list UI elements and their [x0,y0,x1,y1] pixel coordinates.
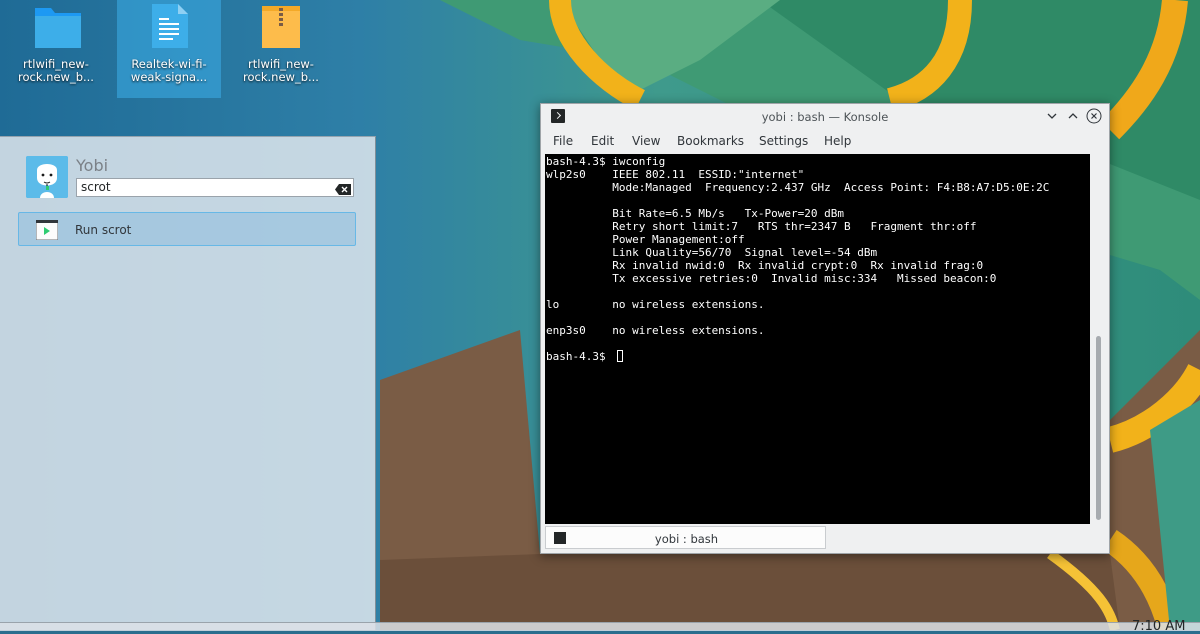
application-launcher: Yobi scrot Run scrot [0,136,376,630]
icon-label-line2: weak-signa... [130,70,208,84]
folder-icon [33,2,81,50]
close-icon [1086,108,1102,124]
clear-search-button[interactable] [334,181,352,195]
icon-label-line2: rock.new_b... [18,70,94,84]
menu-view[interactable]: View [632,134,660,148]
scrollbar-handle[interactable] [1096,336,1101,520]
search-result-run-command[interactable]: Run scrot [18,212,356,246]
konsole-window: yobi : bash — Konsole File Edit View Boo… [540,103,1110,554]
menu-file[interactable]: File [553,134,573,148]
maximize-button[interactable] [1065,108,1081,124]
search-input[interactable]: scrot [76,178,354,197]
window-titlebar[interactable]: yobi : bash — Konsole [541,104,1109,129]
desktop-icon-document[interactable]: Realtek-wi-fi- weak-signa... [117,0,221,98]
close-button[interactable] [1086,108,1102,124]
avatar[interactable] [26,156,68,198]
menu-edit[interactable]: Edit [591,134,614,148]
icon-label-line2: rock.new_b... [243,70,319,84]
search-result-label: Run scrot [75,223,132,237]
desktop-icon-archive[interactable]: rtlwifi_new- rock.new_b... [229,0,333,98]
desktop-icon-folder[interactable]: rtlwifi_new- rock.new_b... [4,0,108,98]
tab-bash[interactable]: yobi : bash [545,526,826,549]
archive-icon [258,2,304,50]
chevron-down-icon [1047,113,1057,119]
tab-bar: yobi : bash [545,526,1104,550]
user-name: Yobi [76,156,109,175]
tab-label: yobi : bash [654,532,719,546]
backspace-icon [335,184,351,195]
terminal-cursor [617,350,623,362]
chevron-up-icon [1068,113,1078,119]
window-title: yobi : bash — Konsole [761,110,889,124]
menu-bookmarks[interactable]: Bookmarks [677,134,744,148]
menu-help[interactable]: Help [824,134,851,148]
minimize-button[interactable] [1044,108,1060,124]
menu-bar: File Edit View Bookmarks Settings Help [541,131,1109,153]
clock[interactable]: 7:10 AM [1132,620,1185,633]
document-icon [146,2,192,50]
terminal-scrollbar[interactable] [1094,154,1104,524]
user-face-icon [26,156,68,198]
terminal-view[interactable]: bash-4.3$ iwconfig wlp2s0 IEEE 802.11 ES… [545,154,1090,524]
terminal-output: bash-4.3$ iwconfig wlp2s0 IEEE 802.11 ES… [546,155,1050,363]
terminal-run-icon [35,219,59,241]
menu-settings[interactable]: Settings [759,134,808,148]
